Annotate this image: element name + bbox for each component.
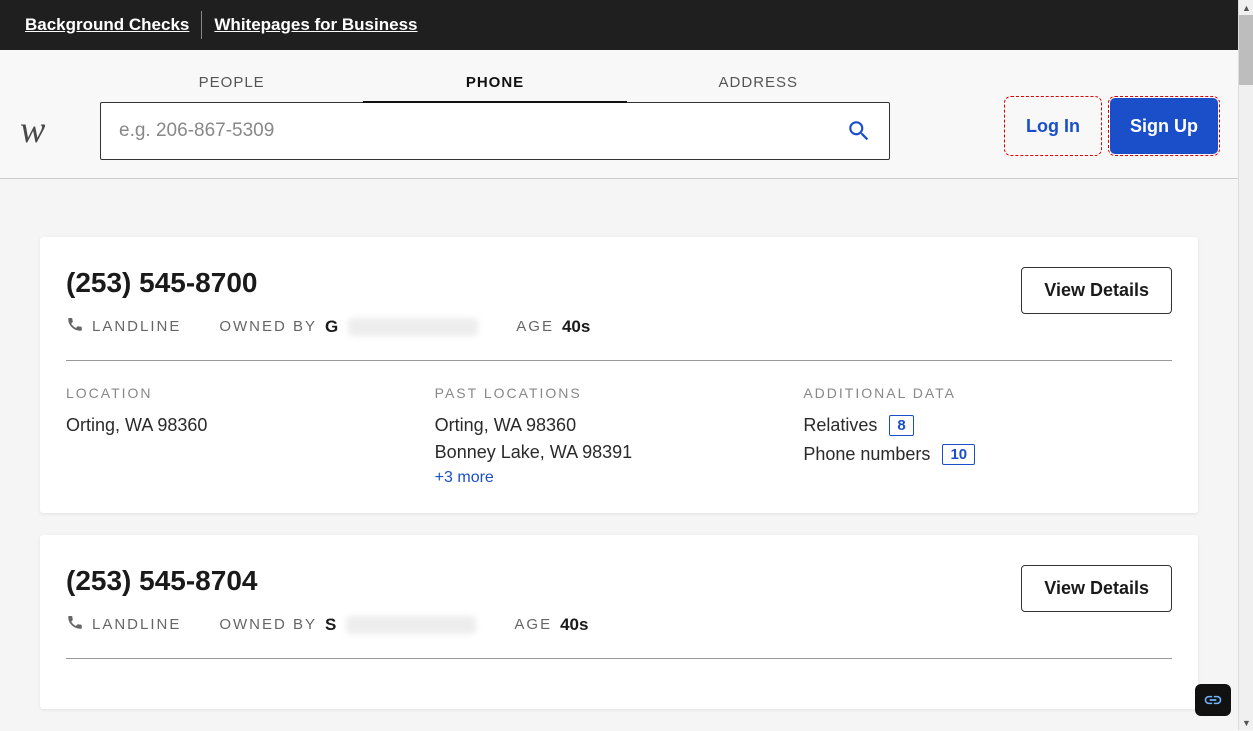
vertical-scrollbar[interactable]: ▲ ▼ [1238, 0, 1253, 730]
tab-phone[interactable]: PHONE [363, 62, 626, 103]
signup-button[interactable]: Sign Up [1110, 98, 1218, 154]
phone-icon [66, 613, 84, 636]
more-locations-link[interactable]: +3 more [435, 469, 804, 487]
relatives-count[interactable]: 8 [889, 415, 913, 436]
additional-data-col: ADDITIONAL DATA Relatives 8 Phone number… [803, 385, 1172, 487]
tab-people[interactable]: PEOPLE [100, 62, 363, 103]
additional-heading: ADDITIONAL DATA [803, 385, 1172, 401]
search-area: PEOPLE PHONE ADDRESS [100, 62, 890, 160]
age-label: AGE [516, 318, 554, 335]
search-tabs: PEOPLE PHONE ADDRESS [100, 62, 890, 103]
view-details-button[interactable]: View Details [1021, 565, 1172, 612]
results-content: (253) 545-8700 LANDLINE OWNED BY G [0, 179, 1238, 709]
auth-buttons: Log In Sign Up [1006, 98, 1218, 160]
search-button[interactable] [829, 118, 889, 144]
owned-by-label: OWNED BY [219, 318, 317, 335]
phones-label: Phone numbers [803, 444, 930, 465]
age: AGE 40s [514, 615, 588, 635]
relatives-label: Relatives [803, 415, 877, 436]
owned-by: OWNED BY G [219, 317, 478, 337]
location-col: LOCATION Orting, WA 98360 [66, 385, 435, 487]
card-header: (253) 545-8704 LANDLINE OWNED BY S [66, 565, 1172, 636]
line-type-label: LANDLINE [92, 616, 181, 633]
scroll-down-arrow[interactable]: ▼ [1239, 715, 1253, 730]
location-heading: LOCATION [66, 385, 435, 401]
phone-number[interactable]: (253) 545-8704 [66, 565, 588, 597]
details-columns: LOCATION Orting, WA 98360 PAST LOCATIONS… [66, 385, 1172, 487]
owner-initial: S [325, 615, 336, 635]
logo[interactable]: w [20, 108, 80, 160]
scrollbar-thumb[interactable] [1239, 15, 1253, 85]
scroll-up-arrow[interactable]: ▲ [1239, 0, 1253, 15]
search-input[interactable] [101, 120, 829, 142]
owner-name-blurred [348, 318, 478, 336]
search-header: w PEOPLE PHONE ADDRESS Log In Sign Up [0, 50, 1238, 179]
card-divider [66, 360, 1172, 361]
age-value: 40s [560, 615, 588, 635]
meta-row: LANDLINE OWNED BY S AGE 40s [66, 613, 588, 636]
location-value: Orting, WA 98360 [66, 415, 435, 436]
line-type-label: LANDLINE [92, 318, 181, 335]
link-whitepages-business[interactable]: Whitepages for Business [204, 15, 427, 35]
age-value: 40s [562, 317, 590, 337]
card-divider [66, 658, 1172, 659]
owned-by: OWNED BY S [219, 615, 476, 635]
login-button[interactable]: Log In [1006, 98, 1100, 154]
view-details-button[interactable]: View Details [1021, 267, 1172, 314]
phone-icon [66, 315, 84, 338]
past-location: Bonney Lake, WA 98391 [435, 442, 804, 463]
line-type: LANDLINE [66, 315, 181, 338]
owner-name-blurred [346, 616, 476, 634]
past-locations-col: PAST LOCATIONS Orting, WA 98360 Bonney L… [435, 385, 804, 487]
age: AGE 40s [516, 317, 590, 337]
card-header: (253) 545-8700 LANDLINE OWNED BY G [66, 267, 1172, 338]
age-label: AGE [514, 616, 552, 633]
meta-row: LANDLINE OWNED BY G AGE 40s [66, 315, 590, 338]
tab-address[interactable]: ADDRESS [627, 62, 890, 103]
result-card: (253) 545-8700 LANDLINE OWNED BY G [40, 237, 1198, 513]
phone-number[interactable]: (253) 545-8700 [66, 267, 590, 299]
link-icon [1203, 690, 1223, 710]
link-background-checks[interactable]: Background Checks [15, 15, 199, 35]
line-type: LANDLINE [66, 613, 181, 636]
phones-row: Phone numbers 10 [803, 444, 1172, 465]
relatives-row: Relatives 8 [803, 415, 1172, 436]
owner-initial: G [325, 317, 338, 337]
top-nav: Background Checks Whitepages for Busines… [0, 0, 1238, 50]
past-location: Orting, WA 98360 [435, 415, 804, 436]
search-icon [846, 118, 872, 144]
floating-link-widget[interactable] [1195, 684, 1231, 716]
owned-by-label: OWNED BY [219, 616, 317, 633]
search-box [100, 102, 890, 160]
topbar-divider [201, 11, 202, 39]
past-heading: PAST LOCATIONS [435, 385, 804, 401]
phones-count[interactable]: 10 [942, 444, 975, 465]
result-card: (253) 545-8704 LANDLINE OWNED BY S [40, 535, 1198, 709]
